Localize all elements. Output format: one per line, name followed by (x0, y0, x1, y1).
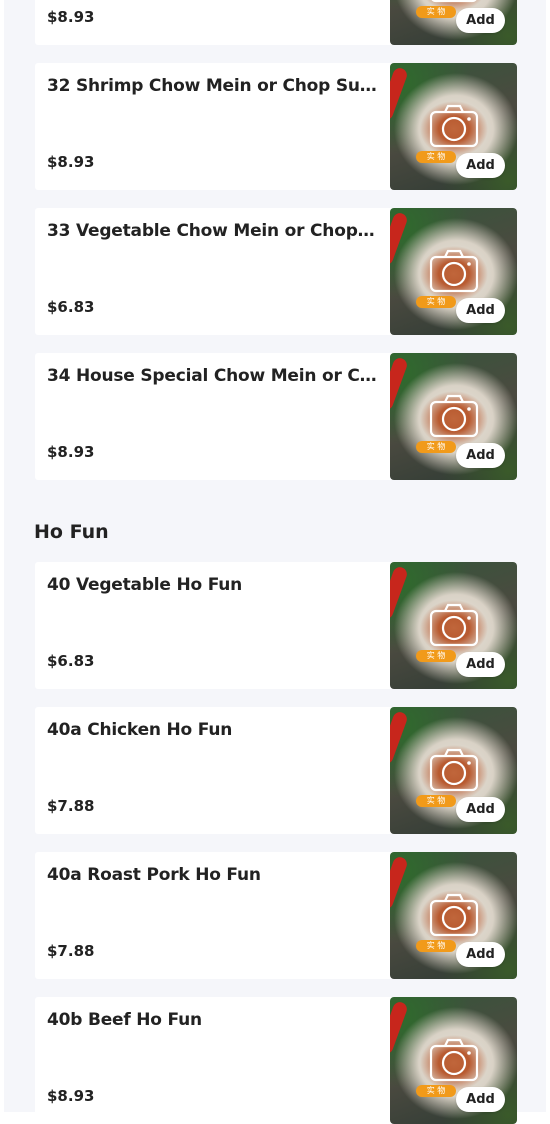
photo-tag: 实 物 (416, 795, 456, 807)
menu-item-name: 40a Roast Pork Ho Fun (47, 865, 261, 885)
camera-icon (429, 893, 479, 937)
add-button[interactable]: Add (456, 652, 505, 677)
chili-decoration (390, 211, 409, 267)
add-button[interactable]: Add (456, 797, 505, 822)
menu-item-photo[interactable]: 实 物 Add (390, 353, 517, 480)
photo-tag: 实 物 (416, 296, 456, 308)
menu-item-price: $6.83 (47, 652, 95, 670)
menu-item-card[interactable]: $8.93 实 物 Add (35, 0, 517, 45)
menu-item-price: $8.93 (47, 1087, 95, 1105)
menu-item-name: 34 House Special Chow Mein or Chop Suey (47, 366, 377, 386)
photo-tag: 实 物 (416, 940, 456, 952)
menu-item-price: $6.83 (47, 298, 95, 316)
add-button[interactable]: Add (456, 942, 505, 967)
chili-decoration (390, 565, 409, 621)
menu-item-name: 40a Chicken Ho Fun (47, 720, 233, 740)
menu-item-name: 40 Vegetable Ho Fun (47, 575, 243, 595)
chili-decoration (390, 66, 409, 122)
add-button[interactable]: Add (456, 298, 505, 323)
camera-icon (429, 249, 479, 293)
add-button[interactable]: Add (456, 1087, 505, 1112)
photo-tag: 实 物 (416, 151, 456, 163)
chili-decoration (390, 855, 409, 911)
menu-item-card[interactable]: 34 House Special Chow Mein or Chop Suey … (35, 353, 517, 480)
section-title: Ho Fun (34, 521, 109, 543)
menu-item-price: $7.88 (47, 942, 95, 960)
add-button[interactable]: Add (456, 153, 505, 178)
menu-item-name: 32 Shrimp Chow Mein or Chop Suey (47, 76, 377, 96)
menu-item-photo[interactable]: 实 物 Add (390, 0, 517, 45)
menu-item-card[interactable]: 40b Beef Ho Fun $8.93 实 物 Add (35, 997, 517, 1124)
menu-item-card[interactable]: 40a Chicken Ho Fun $7.88 实 物 Add (35, 707, 517, 834)
menu-item-photo[interactable]: 实 物 Add (390, 63, 517, 190)
menu-item-photo[interactable]: 实 物 Add (390, 208, 517, 335)
photo-tag: 实 物 (416, 1085, 456, 1097)
photo-tag: 实 物 (416, 441, 456, 453)
camera-icon (429, 104, 479, 148)
menu-item-card[interactable]: 40 Vegetable Ho Fun $6.83 实 物 Add (35, 562, 517, 689)
chili-decoration (390, 356, 409, 412)
camera-icon (429, 394, 479, 438)
menu-item-name: 40b Beef Ho Fun (47, 1010, 202, 1030)
menu-item-price: $8.93 (47, 153, 95, 171)
photo-tag: 实 物 (416, 650, 456, 662)
menu-item-card[interactable]: 40a Roast Pork Ho Fun $7.88 实 物 Add (35, 852, 517, 979)
menu-item-price: $8.93 (47, 8, 95, 26)
menu-item-photo[interactable]: 实 物 Add (390, 997, 517, 1124)
menu-item-price: $8.93 (47, 443, 95, 461)
menu-item-photo[interactable]: 实 物 Add (390, 852, 517, 979)
add-button[interactable]: Add (456, 8, 505, 33)
menu-item-price: $7.88 (47, 797, 95, 815)
camera-icon (429, 603, 479, 647)
menu-item-name: 33 Vegetable Chow Mein or Chop Suey (47, 221, 377, 241)
menu-item-card[interactable]: 33 Vegetable Chow Mein or Chop Suey $6.8… (35, 208, 517, 335)
chili-decoration (390, 1000, 409, 1056)
chili-decoration (390, 710, 409, 766)
menu-item-photo[interactable]: 实 物 Add (390, 707, 517, 834)
menu-item-card[interactable]: 32 Shrimp Chow Mein or Chop Suey $8.93 实… (35, 63, 517, 190)
menu-page: $8.93 实 物 Add 32 Shrimp Chow Mein or Cho… (4, 0, 546, 1124)
camera-icon (429, 748, 479, 792)
photo-tag: 实 物 (416, 6, 456, 18)
add-button[interactable]: Add (456, 443, 505, 468)
menu-item-photo[interactable]: 实 物 Add (390, 562, 517, 689)
camera-icon (431, 0, 477, 3)
camera-icon (429, 1038, 479, 1082)
